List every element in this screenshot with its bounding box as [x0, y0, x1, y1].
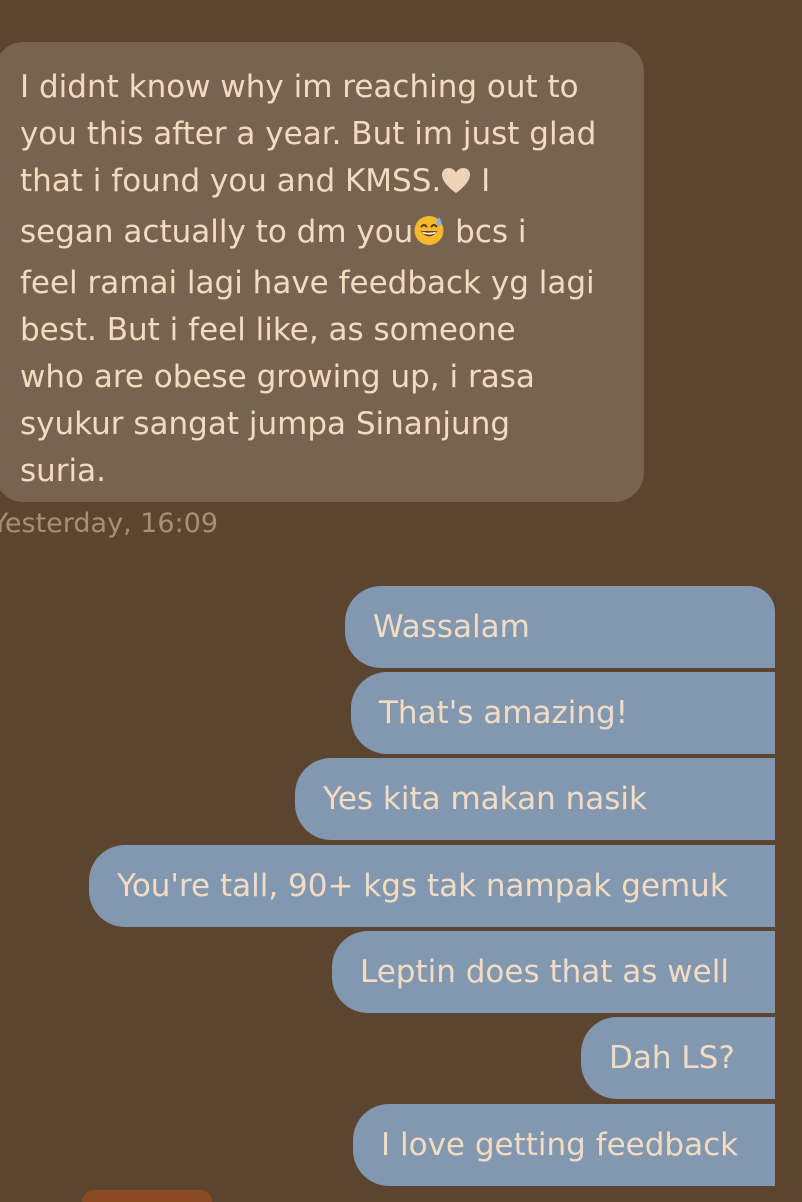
- message-text-line: segan actually to dm you bcs i: [20, 209, 624, 260]
- incoming-message-bubble[interactable]: I didnt know why im reaching out to you …: [0, 42, 644, 502]
- message-text-segment: bcs i: [445, 214, 527, 250]
- outgoing-message-bubble[interactable]: You're tall, 90+ kgs tak nampak gemuk: [89, 845, 775, 927]
- white-heart-icon: [441, 162, 471, 209]
- message-text-line: best. But i feel like, as someone: [20, 312, 516, 348]
- outgoing-message-bubble[interactable]: Leptin does that as well: [332, 931, 775, 1013]
- message-text-segment: I: [471, 163, 491, 199]
- outgoing-message-bubble[interactable]: Yes kita makan nasik: [295, 758, 775, 840]
- outgoing-message-bubble[interactable]: Dah LS?: [581, 1017, 775, 1099]
- message-timestamp: Yesterday, 16:09: [0, 508, 219, 539]
- outgoing-message-bubble[interactable]: Wassalam: [345, 586, 775, 668]
- message-text-line: I didnt know why im reaching out to: [20, 69, 579, 105]
- message-text-line: feel ramai lagi have feedback yg lagi: [20, 265, 595, 301]
- outgoing-message-bubble[interactable]: That's amazing!: [351, 672, 775, 754]
- chat-thread: I didnt know why im reaching out to you …: [0, 0, 802, 1202]
- message-text-line: you this after a year. But im just glad: [20, 116, 597, 152]
- message-text-line: that i found you and KMSS. I: [20, 158, 624, 209]
- message-text-line: who are obese growing up, i rasa: [20, 359, 535, 395]
- partial-message-bubble: [82, 1190, 212, 1202]
- message-text-line: syukur sangat jumpa Sinanjung: [20, 406, 511, 442]
- grinning-sweat-icon: [413, 213, 445, 260]
- message-text-line: suria.: [20, 453, 107, 489]
- message-text-segment: that i found you and KMSS.: [20, 163, 442, 199]
- message-text-segment: segan actually to dm you: [20, 214, 414, 250]
- outgoing-message-bubble[interactable]: I love getting feedback: [353, 1104, 775, 1186]
